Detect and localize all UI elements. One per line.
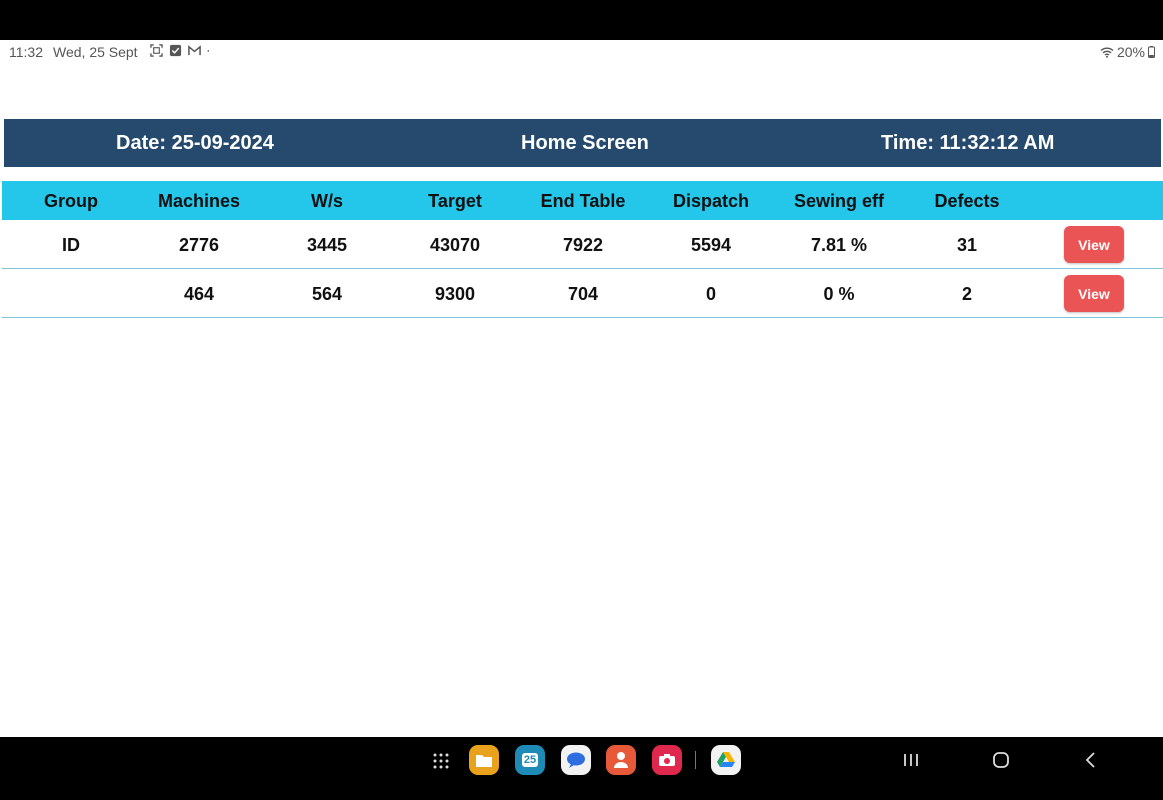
calendar-icon[interactable]: 25 [515,745,545,775]
gmail-icon [188,45,201,56]
camera-icon[interactable] [652,745,682,775]
cell-ws: 3445 [306,235,348,255]
screenshot-icon [150,44,163,57]
cell-machines: 464 [183,284,215,304]
production-table: Group Machines W/s Target End Table Disp… [2,181,1163,318]
header-bar: Date: 25-09-2024 Home Screen Time: 11:32… [4,119,1161,167]
dot-icon [207,50,210,52]
page-title: Home Screen [521,132,649,154]
cell-target: 9300 [434,284,476,304]
header-time: Time: 11:32:12 AM [881,132,1055,154]
cell-end-table: 7922 [562,235,604,255]
battery-level: 20% [1116,44,1145,60]
navigation-bar: 25 [0,737,1163,800]
status-time: 11:32 [9,44,43,60]
cell-target: 43070 [429,235,481,255]
cell-dispatch: 0 [705,284,716,304]
cell-defects: 2 [961,284,972,304]
cell-ws: 564 [311,284,343,304]
table-row: 464 564 9300 704 0 0 % 2 View [2,269,1163,318]
table-row: ID 2776 3445 43070 7922 5594 7.81 % 31 V… [2,220,1163,269]
recents-icon[interactable] [900,749,922,771]
header-date: Date: 25-09-2024 [116,132,274,154]
table-header: Group Machines W/s Target End Table Disp… [2,181,1163,220]
cell-group: ID [62,235,80,255]
view-button[interactable]: View [1064,275,1124,312]
column-header-dispatch: Dispatch [672,191,750,211]
app-screen: 11:32 Wed, 25 Sept 20% Date: 25-09-2024 … [0,40,1163,737]
cell-defects: 31 [956,235,978,255]
home-icon[interactable] [990,749,1012,771]
column-header-group: Group [44,191,98,211]
contacts-icon[interactable] [606,745,636,775]
battery-icon [1148,46,1155,58]
check-icon [169,44,182,57]
status-right: 20% [1100,44,1155,60]
status-date: Wed, 25 Sept [53,44,138,60]
column-header-end-table: End Table [540,191,626,211]
column-header-ws: W/s [310,191,343,211]
cell-end-table: 704 [567,284,599,304]
column-header-target: Target [428,191,482,211]
column-header-sewing-eff: Sewing eff [793,191,884,211]
column-header-defects: Defects [934,191,1000,211]
files-icon[interactable] [469,745,499,775]
drive-icon[interactable] [711,745,741,775]
view-button[interactable]: View [1064,226,1124,263]
apps-grid-icon[interactable] [432,752,450,770]
dock-divider [695,751,696,769]
status-bar: 11:32 Wed, 25 Sept 20% [0,40,1163,64]
notification-icons [150,44,213,57]
wifi-icon [1100,47,1114,58]
cell-machines: 2776 [178,235,220,255]
cell-sewing-eff: 7.81 % [810,235,868,255]
messages-icon[interactable] [561,745,591,775]
column-header-machines: Machines [157,191,241,211]
cell-dispatch: 5594 [690,235,732,255]
cell-sewing-eff: 0 % [823,284,855,304]
back-icon[interactable] [1080,749,1102,771]
calendar-day: 25 [521,753,539,767]
